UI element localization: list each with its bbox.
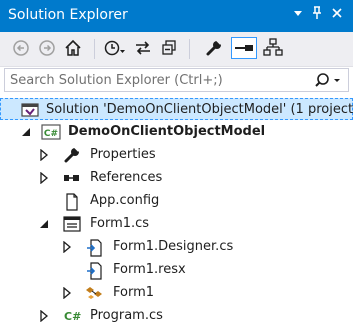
- clock-icon: [104, 40, 125, 56]
- tree-item-label: Properties: [90, 147, 156, 162]
- collapsed-arrow-icon[interactable]: [38, 309, 50, 323]
- preview-selected-items-button[interactable]: [231, 37, 257, 59]
- tree-item-label: DemoOnClientObjectModel: [68, 124, 266, 139]
- expanded-arrow-icon[interactable]: [20, 126, 32, 138]
- forward-button[interactable]: [36, 37, 58, 59]
- tree-item-label: Form1.cs: [90, 216, 150, 231]
- class-icon: [86, 285, 104, 301]
- references-icon: [63, 170, 81, 186]
- collapsed-arrow-icon[interactable]: [38, 148, 50, 162]
- csharp-file-icon: C#: [63, 308, 81, 324]
- class-diagram-icon: [263, 38, 283, 56]
- tree-item-label: Solution 'DemoOnClientObjectModel' (1 pr…: [46, 102, 353, 117]
- pending-changes-filter-button[interactable]: [104, 37, 126, 59]
- tree-item-label: App.config: [90, 193, 160, 208]
- csharp-project-icon: C#: [41, 124, 61, 140]
- home-button[interactable]: [62, 37, 84, 59]
- title-bar: Solution Explorer: [0, 0, 353, 32]
- back-button[interactable]: [10, 37, 32, 59]
- collapse-all-button[interactable]: [158, 37, 180, 59]
- pin-icon[interactable]: [309, 6, 325, 26]
- collapsed-arrow-icon[interactable]: [61, 286, 73, 300]
- home-icon: [65, 39, 81, 56]
- search-box: [4, 68, 349, 92]
- view-class-diagram-button[interactable]: [262, 37, 284, 59]
- toolbar-separator: [94, 39, 95, 59]
- preview-icon: [235, 45, 253, 51]
- tree-item-label: Program.cs: [90, 308, 163, 323]
- tree-item-app-config[interactable]: App.config: [0, 190, 353, 212]
- collapsed-arrow-icon[interactable]: [38, 171, 50, 185]
- form-icon: [63, 216, 81, 232]
- tree-item-properties[interactable]: Properties: [0, 144, 353, 166]
- tree-item-references[interactable]: References: [0, 167, 353, 189]
- tree-item-label: Form1.Designer.cs: [113, 239, 234, 254]
- wrench-icon: [206, 39, 222, 56]
- tree-item-label: Form1.resx: [113, 262, 186, 277]
- tree-item-form1-resx[interactable]: Form1.resx: [0, 259, 353, 281]
- expanded-arrow-icon[interactable]: [38, 218, 50, 230]
- search-icon[interactable]: [314, 71, 342, 91]
- tree-item-program-cs[interactable]: C# Program.cs: [0, 305, 353, 327]
- solution-icon: [21, 102, 39, 118]
- svg-text:C#: C#: [64, 310, 81, 323]
- properties-button[interactable]: [203, 37, 225, 59]
- sync-button[interactable]: [132, 37, 154, 59]
- collapsed-arrow-icon[interactable]: [61, 240, 73, 254]
- close-icon[interactable]: [329, 6, 345, 24]
- resx-file-icon: [86, 262, 104, 280]
- tree-item-form1-cs[interactable]: Form1.cs: [0, 213, 353, 235]
- tree-item-form1-class[interactable]: Form1: [0, 282, 353, 304]
- forward-icon: [39, 40, 55, 56]
- tree-item-project[interactable]: C# DemoOnClientObjectModel: [0, 121, 353, 143]
- tree-item-label: References: [90, 170, 163, 185]
- wrench-icon: [63, 146, 81, 163]
- back-icon: [13, 40, 29, 56]
- svg-text:C#: C#: [44, 129, 58, 139]
- toolbar-separator: [189, 39, 190, 59]
- tree-item-label: Form1: [113, 285, 155, 300]
- collapse-all-icon: [162, 40, 176, 55]
- window-dropdown-icon[interactable]: [290, 6, 306, 24]
- tree-item-solution[interactable]: Solution 'DemoOnClientObjectModel' (1 pr…: [0, 98, 353, 120]
- tree-item-form1-designer-cs[interactable]: Form1.Designer.cs: [0, 236, 353, 258]
- sync-icon: [136, 41, 150, 55]
- csharp-file-icon: [86, 239, 104, 257]
- search-input[interactable]: [5, 69, 310, 91]
- toolbar: [0, 32, 353, 67]
- config-file-icon: [63, 193, 81, 211]
- window-title: Solution Explorer: [8, 7, 128, 23]
